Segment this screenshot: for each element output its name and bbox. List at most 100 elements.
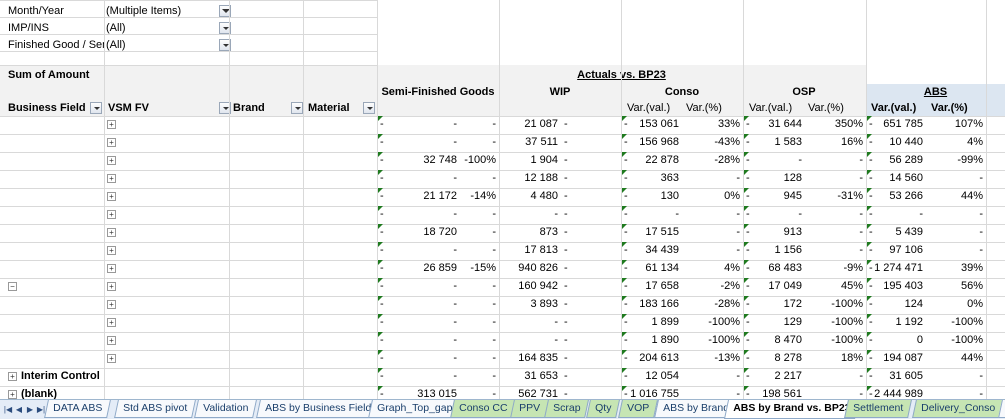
pivot-cell-con-p[interactable]: -: [682, 169, 743, 188]
pivot-cell-con-p[interactable]: 4%: [682, 259, 743, 278]
pivot-cell-sfg-v[interactable]: 32 748: [377, 151, 460, 170]
pivot-cell-con-p[interactable]: 0%: [682, 187, 743, 206]
expand-icon[interactable]: +: [107, 120, 116, 129]
pivot-cell-con-p[interactable]: -13%: [682, 349, 743, 368]
pivot-cell-sfg-p[interactable]: -: [460, 313, 499, 332]
pivot-cell-wip-p[interactable]: -: [561, 385, 621, 399]
pivot-cell-sfg-p[interactable]: -: [460, 241, 499, 260]
pivot-cell-sfg-v[interactable]: 21 172: [377, 187, 460, 206]
sheet-tab-data-abs[interactable]: DATA ABS: [44, 400, 112, 418]
pivot-cell-sfg-v[interactable]: -: [377, 367, 460, 386]
expand-icon[interactable]: +: [8, 390, 17, 399]
pivot-cell-wip-v[interactable]: -: [499, 205, 561, 224]
pivot-cell-con-p[interactable]: 33%: [682, 115, 743, 134]
pivot-cell-wip-v[interactable]: -: [499, 331, 561, 350]
pivot-cell-abs-p[interactable]: 4%: [926, 133, 986, 152]
pivot-cell-sfg-v[interactable]: -: [377, 169, 460, 188]
pivot-cell-wip-v[interactable]: 17 813: [499, 241, 561, 260]
sheet-tab-delivery-conso[interactable]: Delivery_Conso: [912, 400, 1005, 418]
expand-icon[interactable]: +: [107, 264, 116, 273]
pivot-cell-abs-p[interactable]: -100%: [926, 331, 986, 350]
pivot-cell-sfg-p[interactable]: -15%: [460, 259, 499, 278]
pivot-cell-abs-p[interactable]: -: [926, 169, 986, 188]
row-field-dropdown-business-field[interactable]: [90, 102, 102, 114]
pivot-cell-wip-p[interactable]: -: [561, 295, 621, 314]
collapse-icon[interactable]: −: [8, 282, 17, 291]
pivot-cell-osp-p[interactable]: 16%: [805, 133, 866, 152]
pivot-cell-sfg-p[interactable]: -: [460, 115, 499, 134]
pivot-cell-sfg-v[interactable]: -: [377, 349, 460, 368]
pivot-cell-abs-p[interactable]: -: [926, 385, 986, 399]
pivot-cell-osp-p[interactable]: -100%: [805, 313, 866, 332]
pivot-cell-osp-p[interactable]: -9%: [805, 259, 866, 278]
row-field-dropdown-material[interactable]: [363, 102, 375, 114]
pivot-cell-wip-p[interactable]: -: [561, 187, 621, 206]
expand-icon[interactable]: +: [107, 246, 116, 255]
pivot-cell-sfg-p[interactable]: -: [460, 169, 499, 188]
pivot-cell-sfg-p[interactable]: -: [460, 367, 499, 386]
pivot-cell-wip-v[interactable]: 31 653: [499, 367, 561, 386]
pivot-cell-sfg-v[interactable]: -: [377, 277, 460, 296]
pivot-cell-abs-p[interactable]: 44%: [926, 349, 986, 368]
pivot-cell-abs-p[interactable]: -: [926, 241, 986, 260]
pivot-cell-sfg-p[interactable]: -100%: [460, 151, 499, 170]
worksheet-grid[interactable]: Month/Year (Multiple Items) IMP/INS (All…: [0, 0, 1005, 399]
pivot-cell-sfg-v[interactable]: -: [377, 295, 460, 314]
pivot-cell-sfg-p[interactable]: -: [460, 331, 499, 350]
pivot-cell-sfg-v[interactable]: 313 015: [377, 385, 460, 399]
pivot-cell-con-p[interactable]: -: [682, 367, 743, 386]
sheet-tab-qty[interactable]: Qty: [586, 400, 621, 418]
pivot-cell-abs-p[interactable]: -100%: [926, 313, 986, 332]
sheet-tab-abs-by-business-field[interactable]: ABS by Business Field: [256, 400, 381, 418]
first-sheet-icon[interactable]: |◀: [3, 404, 13, 415]
pivot-cell-wip-v[interactable]: 4 480: [499, 187, 561, 206]
pivot-cell-con-p[interactable]: -: [682, 241, 743, 260]
pivot-cell-wip-v[interactable]: 12 188: [499, 169, 561, 188]
sheet-tab-std-abs-pivot[interactable]: Std ABS pivot: [114, 400, 197, 418]
pivot-cell-osp-p[interactable]: 18%: [805, 349, 866, 368]
pivot-cell-sfg-p[interactable]: -: [460, 205, 499, 224]
pivot-cell-abs-p[interactable]: -: [926, 223, 986, 242]
pivot-cell-con-p[interactable]: -28%: [682, 295, 743, 314]
pivot-cell-sfg-v[interactable]: 26 859: [377, 259, 460, 278]
pivot-cell-osp-p[interactable]: 45%: [805, 277, 866, 296]
pivot-cell-osp-p[interactable]: -100%: [805, 295, 866, 314]
pivot-cell-wip-v[interactable]: 164 835: [499, 349, 561, 368]
expand-icon[interactable]: +: [107, 318, 116, 327]
pivot-cell-wip-p[interactable]: -: [561, 133, 621, 152]
pivot-cell-sfg-v[interactable]: -: [377, 313, 460, 332]
pivot-cell-wip-p[interactable]: -: [561, 349, 621, 368]
sheet-tab-abs-by-brand-vs-bp23[interactable]: ABS by Brand vs. BP23: [723, 400, 860, 419]
pivot-cell-sfg-p[interactable]: -: [460, 277, 499, 296]
expand-icon[interactable]: +: [107, 228, 116, 237]
expand-icon[interactable]: +: [107, 192, 116, 201]
pivot-cell-osp-p[interactable]: -: [805, 205, 866, 224]
pivot-cell-wip-p[interactable]: -: [561, 241, 621, 260]
pivot-cell-con-p[interactable]: -2%: [682, 277, 743, 296]
pivot-cell-sfg-p[interactable]: -: [460, 295, 499, 314]
pivot-cell-con-p[interactable]: -43%: [682, 133, 743, 152]
pivot-cell-con-p[interactable]: -28%: [682, 151, 743, 170]
pivot-cell-wip-v[interactable]: 3 893: [499, 295, 561, 314]
pivot-cell-sfg-v[interactable]: -: [377, 241, 460, 260]
pivot-cell-wip-p[interactable]: -: [561, 259, 621, 278]
pivot-cell-con-p[interactable]: -: [682, 385, 743, 399]
pivot-cell-con-p[interactable]: -: [682, 223, 743, 242]
pivot-cell-con-p[interactable]: -: [682, 205, 743, 224]
pivot-cell-wip-v[interactable]: 873: [499, 223, 561, 242]
pivot-cell-osp-p[interactable]: -31%: [805, 187, 866, 206]
pivot-cell-con-p[interactable]: -100%: [682, 313, 743, 332]
pivot-cell-wip-v[interactable]: 37 511: [499, 133, 561, 152]
pivot-cell-sfg-v[interactable]: -: [377, 205, 460, 224]
expand-icon[interactable]: +: [107, 300, 116, 309]
expand-icon[interactable]: +: [107, 174, 116, 183]
sheet-tab-ppv[interactable]: PPV: [510, 400, 549, 418]
expand-icon[interactable]: +: [107, 282, 116, 291]
pivot-cell-osp-p[interactable]: -100%: [805, 331, 866, 350]
pivot-cell-sfg-v[interactable]: -: [377, 133, 460, 152]
pivot-cell-wip-v[interactable]: 160 942: [499, 277, 561, 296]
pivot-cell-sfg-p[interactable]: -: [460, 223, 499, 242]
pivot-cell-sfg-v[interactable]: -: [377, 115, 460, 134]
pivot-cell-osp-p[interactable]: -: [805, 223, 866, 242]
sheet-tab-vop[interactable]: VOP: [618, 400, 659, 418]
